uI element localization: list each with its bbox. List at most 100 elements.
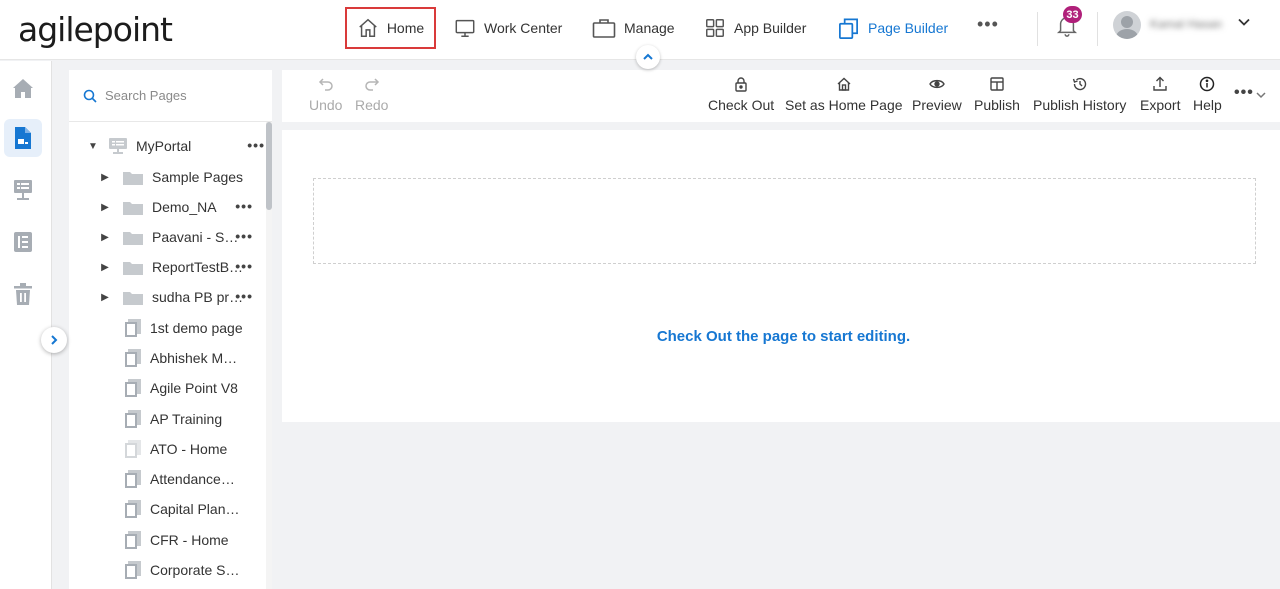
rail-page-builder-button[interactable] bbox=[4, 119, 42, 157]
tree-page[interactable]: Agile Point V8 bbox=[124, 373, 265, 403]
info-icon bbox=[1200, 76, 1215, 92]
undo-icon bbox=[318, 78, 333, 91]
row-menu-button[interactable]: ••• bbox=[235, 258, 253, 274]
trash-icon bbox=[14, 283, 32, 305]
expand-arrow-icon[interactable]: ▶ bbox=[100, 262, 110, 273]
expand-arrow-icon[interactable]: ▶ bbox=[100, 202, 110, 213]
tree-item-label: Abhishek Mo… bbox=[150, 350, 242, 366]
page-canvas: Check Out the page to start editing. bbox=[282, 130, 1280, 422]
publish-history-button[interactable]: Publish History bbox=[1033, 76, 1126, 113]
undo-label: Undo bbox=[309, 97, 343, 113]
tree-item-label: Demo_NA bbox=[152, 199, 217, 215]
folder-icon bbox=[123, 201, 143, 215]
publish-history-label: Publish History bbox=[1033, 97, 1127, 113]
export-button[interactable]: Export bbox=[1140, 76, 1180, 113]
redo-icon bbox=[364, 78, 379, 91]
help-label: Help bbox=[1193, 97, 1222, 113]
search-pages-input[interactable] bbox=[105, 88, 265, 103]
tree-item-myportal[interactable]: ▼ MyPortal ••• bbox=[88, 131, 265, 161]
export-icon bbox=[1153, 76, 1167, 91]
row-menu-button[interactable]: ••• bbox=[235, 288, 253, 304]
nav-work-center[interactable]: Work Center bbox=[454, 14, 562, 42]
publish-button[interactable]: Publish bbox=[974, 76, 1020, 113]
agilepoint-logo[interactable]: agilepoint bbox=[18, 10, 173, 49]
chevron-down-icon[interactable] bbox=[1237, 15, 1251, 29]
page-icon bbox=[125, 561, 141, 579]
page-tree-panel: ▼ MyPortal ••• ▶ Sample Pages ▶ Demo_NA … bbox=[69, 70, 272, 589]
rail-home-button[interactable] bbox=[4, 69, 42, 107]
set-as-home-page-button[interactable]: Set as Home Page bbox=[785, 76, 903, 113]
help-button[interactable]: Help bbox=[1193, 76, 1222, 113]
user-avatar[interactable] bbox=[1113, 11, 1141, 39]
page-toolbar: Undo Redo Check Out Set as Home Page Pre… bbox=[282, 70, 1280, 122]
collapse-header-button[interactable] bbox=[636, 45, 660, 69]
rail-list-button[interactable] bbox=[4, 223, 42, 261]
redo-button[interactable]: Redo bbox=[355, 76, 388, 113]
list-icon bbox=[14, 232, 32, 252]
tree-scrollbar[interactable] bbox=[266, 122, 272, 589]
check-out-button[interactable]: Check Out bbox=[708, 76, 774, 113]
lock-icon bbox=[735, 77, 747, 92]
tree-item-label: ReportTestBi… bbox=[152, 259, 244, 275]
tree-item-label: Paavani - SMS bbox=[152, 229, 244, 245]
preview-button[interactable]: Preview bbox=[912, 76, 962, 113]
tree-item-label: CFR - Home bbox=[150, 532, 229, 548]
row-menu-button[interactable]: ••• bbox=[235, 228, 253, 244]
publish-label: Publish bbox=[974, 97, 1020, 113]
folder-icon bbox=[123, 171, 143, 185]
folder-icon bbox=[123, 261, 143, 275]
tree-folder[interactable]: ▶ ReportTestBi… ••• bbox=[100, 252, 265, 282]
nav-more-button[interactable]: ••• bbox=[977, 14, 999, 35]
rail-tree-button[interactable] bbox=[4, 171, 42, 209]
toolbar-more-button[interactable]: ••• bbox=[1234, 84, 1254, 102]
scroll-thumb[interactable] bbox=[266, 122, 272, 210]
chevron-up-icon bbox=[643, 53, 653, 60]
page-icon bbox=[125, 319, 141, 337]
expand-arrow-icon[interactable]: ▼ bbox=[88, 141, 98, 152]
nav-home[interactable]: Home bbox=[345, 7, 436, 49]
tree-structure-icon bbox=[14, 180, 32, 200]
search-icon bbox=[83, 89, 97, 103]
row-menu-button[interactable]: ••• bbox=[235, 198, 253, 214]
expand-arrow-icon[interactable]: ▶ bbox=[100, 232, 110, 243]
nav-manage[interactable]: Manage bbox=[592, 14, 675, 42]
tree-page[interactable]: ATO - Home bbox=[124, 434, 265, 464]
row-menu-button[interactable]: ••• bbox=[247, 137, 265, 153]
divider bbox=[1037, 12, 1038, 46]
tree-page[interactable]: AP Training bbox=[124, 404, 265, 434]
folder-icon bbox=[123, 231, 143, 245]
tree-page[interactable]: Capital Planni… bbox=[124, 494, 265, 524]
tree-folder[interactable]: ▶ Demo_NA ••• bbox=[100, 192, 265, 222]
tree-item-label: Attendance_… bbox=[150, 471, 242, 487]
tree-page[interactable]: CFR - Home bbox=[124, 525, 265, 555]
pages-icon bbox=[839, 18, 858, 39]
tree-page[interactable]: Corporate Saf… bbox=[124, 555, 265, 585]
tree-folder[interactable]: ▶ Sample Pages bbox=[100, 162, 265, 192]
check-out-label: Check Out bbox=[708, 97, 775, 113]
user-name[interactable]: Kamal Hasan bbox=[1150, 17, 1232, 31]
tree-item-label: Capital Planni… bbox=[150, 501, 246, 517]
expand-arrow-icon[interactable]: ▶ bbox=[100, 172, 110, 183]
tree-page[interactable]: Attendance_… bbox=[124, 464, 265, 494]
expand-arrow-icon[interactable]: ▶ bbox=[100, 292, 110, 303]
expand-rail-button[interactable] bbox=[41, 327, 67, 353]
page-icon bbox=[125, 440, 141, 458]
home-icon bbox=[13, 79, 33, 98]
folder-icon bbox=[123, 291, 143, 305]
page-icon bbox=[125, 500, 141, 518]
briefcase-icon bbox=[592, 19, 616, 38]
rail-trash-button[interactable] bbox=[4, 275, 42, 313]
tree-page[interactable]: 1st demo page bbox=[124, 313, 265, 343]
divider bbox=[1097, 12, 1098, 46]
tree-item-label: ATO - Home bbox=[150, 441, 228, 457]
undo-button[interactable]: Undo bbox=[309, 76, 342, 113]
tree-folder[interactable]: ▶ sudha PB pra… ••• bbox=[100, 282, 265, 312]
tree-page[interactable]: Abhishek Mo… bbox=[124, 343, 265, 373]
nav-app-builder[interactable]: App Builder bbox=[704, 14, 806, 42]
chevron-right-icon bbox=[51, 335, 58, 345]
tree-item-label: MyPortal bbox=[136, 138, 192, 154]
chevron-down-icon[interactable] bbox=[1255, 89, 1267, 101]
tree-folder[interactable]: ▶ Paavani - SMS ••• bbox=[100, 222, 265, 252]
nav-page-builder[interactable]: Page Builder bbox=[837, 14, 948, 42]
publish-icon bbox=[990, 77, 1004, 91]
